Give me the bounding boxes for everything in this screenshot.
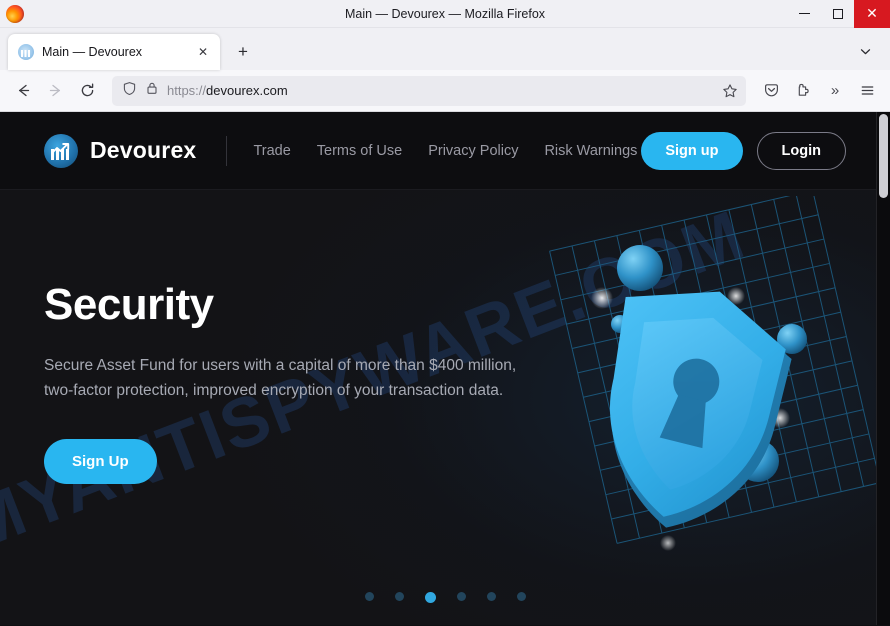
extensions-button[interactable] bbox=[788, 76, 818, 106]
tracking-protection-shield-icon[interactable] bbox=[122, 81, 137, 101]
window-titlebar: Main — Devourex — Mozilla Firefox ✕ bbox=[0, 0, 890, 28]
arrow-right-icon bbox=[49, 84, 60, 97]
navigation-toolbar: https://devourex.com » bbox=[0, 70, 890, 112]
reload-button[interactable] bbox=[72, 76, 102, 106]
pocket-icon bbox=[764, 84, 778, 97]
tab-title: Main — Devourex bbox=[42, 45, 143, 59]
nav-link-trade[interactable]: Trade bbox=[253, 143, 290, 159]
close-tab-icon[interactable]: ✕ bbox=[194, 43, 212, 61]
window-controls: ✕ bbox=[788, 0, 890, 28]
browser-tab[interactable]: Main — Devourex ✕ bbox=[8, 34, 220, 70]
carousel-dots bbox=[0, 592, 890, 603]
carousel-dot-2[interactable] bbox=[394, 592, 404, 601]
address-bar[interactable]: https://devourex.com bbox=[112, 75, 746, 106]
site-header: Devourex Trade Terms of Use Privacy Poli… bbox=[0, 112, 890, 190]
hero-subtitle: Secure Asset Fund for users with a capit… bbox=[44, 357, 517, 399]
nav-link-terms-of-use[interactable]: Terms of Use bbox=[317, 143, 402, 159]
hero-content: Security Secure Asset Fund for users wit… bbox=[44, 280, 564, 485]
lock-icon[interactable] bbox=[145, 81, 159, 100]
carousel-dot-5[interactable] bbox=[486, 592, 496, 601]
app-menu-button[interactable] bbox=[852, 76, 882, 106]
maximize-button[interactable] bbox=[821, 0, 854, 28]
url-host: devourex.com bbox=[206, 83, 288, 98]
maximize-icon bbox=[832, 8, 843, 19]
arrow-left-icon bbox=[18, 84, 29, 97]
header-signup-button[interactable]: Sign up bbox=[641, 131, 743, 170]
nav-link-risk-warnings[interactable]: Risk Warnings bbox=[544, 143, 637, 159]
toolbar-right-actions: » bbox=[756, 76, 882, 106]
page-scrollbar[interactable] bbox=[876, 112, 890, 625]
back-button[interactable] bbox=[8, 76, 38, 106]
tab-strip: Main — Devourex ✕ + bbox=[0, 28, 890, 70]
close-window-button[interactable]: ✕ bbox=[854, 0, 890, 28]
carousel-dot-4[interactable] bbox=[456, 592, 466, 601]
firefox-logo-icon bbox=[6, 4, 24, 23]
overflow-menu-button[interactable]: » bbox=[820, 76, 850, 106]
new-tab-button[interactable]: + bbox=[228, 37, 258, 67]
url-scheme: https:// bbox=[167, 83, 207, 98]
nav-link-privacy-policy[interactable]: Privacy Policy bbox=[428, 143, 518, 159]
hero-signup-button[interactable]: Sign Up bbox=[44, 439, 157, 485]
bookmark-star-icon[interactable] bbox=[722, 83, 738, 99]
hero-section: MYANTISPYWARE.COM Security Secure Asset … bbox=[0, 190, 890, 625]
site-navigation: Trade Terms of Use Privacy Policy Risk W… bbox=[253, 143, 637, 159]
brand-logo[interactable]: Devourex bbox=[44, 133, 197, 168]
double-chevron-right-icon: » bbox=[830, 82, 840, 99]
forward-button[interactable] bbox=[40, 76, 70, 106]
puzzle-piece-icon bbox=[798, 83, 809, 96]
devourex-favicon-icon bbox=[18, 44, 34, 60]
hero-title: Security bbox=[44, 280, 214, 329]
header-actions: Sign up Login bbox=[641, 131, 846, 170]
close-icon: ✕ bbox=[866, 5, 878, 22]
page-viewport: Devourex Trade Terms of Use Privacy Poli… bbox=[0, 112, 890, 625]
chevron-down-icon bbox=[860, 48, 870, 54]
header-divider bbox=[226, 135, 228, 166]
scrollbar-thumb[interactable] bbox=[879, 114, 888, 198]
list-all-tabs-button[interactable] bbox=[852, 38, 878, 64]
minimize-button[interactable] bbox=[788, 0, 821, 28]
devourex-chart-arrow-logo-icon bbox=[44, 133, 78, 168]
window-title: Main — Devourex — Mozilla Firefox bbox=[344, 6, 546, 21]
carousel-dot-1[interactable] bbox=[364, 592, 374, 601]
pocket-button[interactable] bbox=[756, 76, 786, 106]
url-text[interactable]: https://devourex.com bbox=[167, 83, 288, 98]
header-login-button[interactable]: Login bbox=[756, 131, 846, 170]
carousel-dot-3[interactable] bbox=[424, 592, 436, 603]
minimize-icon bbox=[799, 13, 810, 14]
brand-name: Devourex bbox=[90, 137, 197, 163]
reload-icon bbox=[81, 83, 93, 97]
shield-illustration bbox=[549, 196, 880, 551]
sphere-top bbox=[617, 245, 663, 291]
hamburger-menu-icon bbox=[861, 86, 873, 95]
carousel-dot-6[interactable] bbox=[516, 592, 526, 601]
